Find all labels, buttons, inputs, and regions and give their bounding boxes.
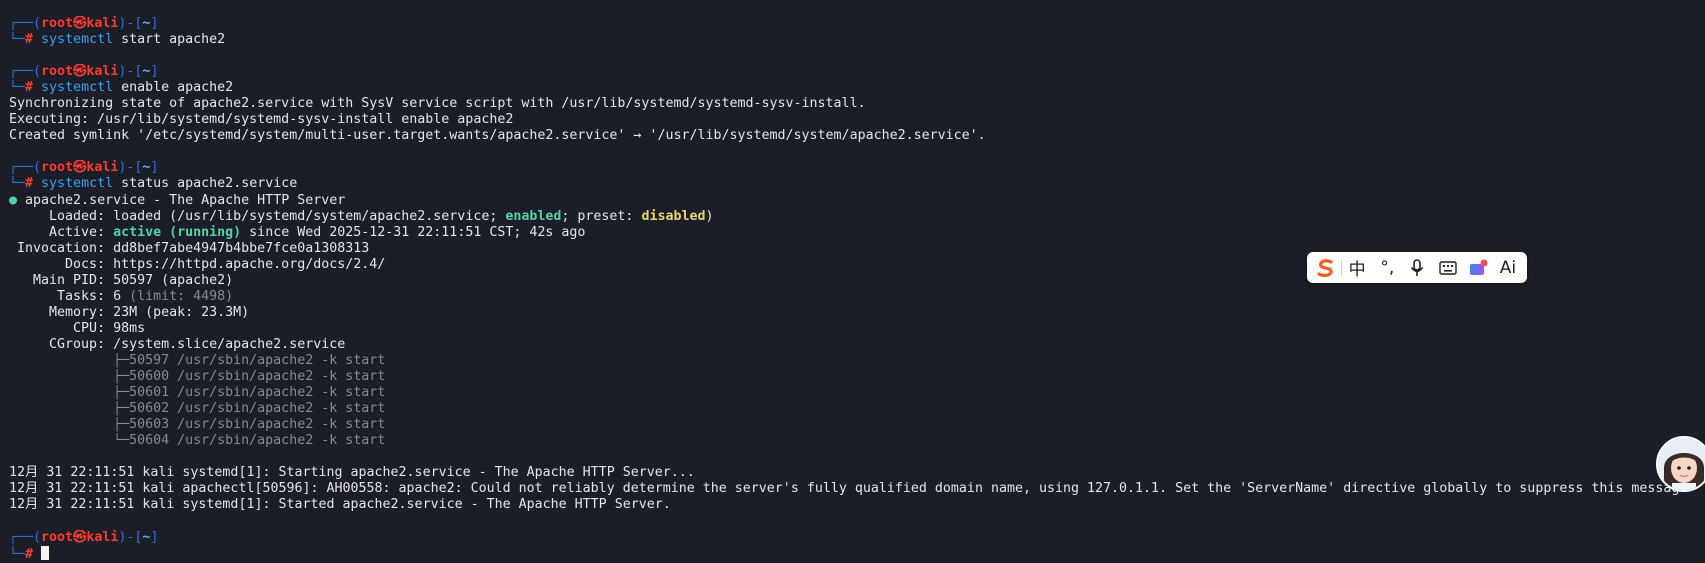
prompt-line: ┌──(root㉿kali)-[~] [9, 160, 159, 176]
output-line: Executing: /usr/lib/systemd/systemd-sysv… [9, 112, 514, 128]
skin-icon[interactable] [1463, 252, 1493, 283]
input-line[interactable]: └─# [9, 545, 1705, 562]
prompt-line: ┌──(root㉿kali)-[~] [9, 64, 159, 80]
punctuation-button[interactable]: °, [1372, 252, 1402, 283]
process-line: ├─50601 /usr/sbin/apache2 -k start [9, 385, 386, 401]
command-line: └─# systemctl status apache2.service [9, 176, 298, 192]
process-line: ├─50602 /usr/sbin/apache2 -k start [9, 401, 386, 417]
output-line: Synchronizing state of apache2.service w… [9, 96, 866, 112]
process-line: ├─50603 /usr/sbin/apache2 -k start [9, 417, 386, 433]
command-line: └─# systemctl enable apache2 [9, 80, 234, 96]
output-line: Created symlink '/etc/systemd/system/mul… [9, 128, 986, 144]
command-line: └─# systemctl start apache2 [9, 32, 226, 48]
cpu-line: CPU: 98ms [9, 320, 146, 336]
status-dot-icon: ● [9, 192, 18, 208]
keyboard-icon[interactable] [1433, 252, 1463, 283]
cgroup-line: CGroup: /system.slice/apache2.service [9, 336, 346, 352]
log-line: 12月 31 22:11:51 kali systemd[1]: Startin… [9, 465, 695, 481]
microphone-icon[interactable] [1402, 252, 1432, 283]
process-line: ├─50597 /usr/sbin/apache2 -k start [9, 352, 386, 368]
memory-line: Memory: 23M (peak: 23.3M) [9, 304, 250, 320]
process-line: ├─50600 /usr/sbin/apache2 -k start [9, 369, 386, 385]
active-line: Active: active (running) since Wed 2025-… [9, 224, 586, 240]
prompt-line: ┌──(root㉿kali)-[~] [9, 16, 159, 31]
log-line: 12月 31 22:11:51 kali apachectl[50596]: A… [9, 481, 1688, 497]
log-line: 12月 31 22:11:51 kali systemd[1]: Started… [9, 497, 671, 513]
text-cursor [41, 545, 50, 560]
prompt-line: ┌──(root㉿kali)-[~] [9, 529, 159, 545]
ai-button[interactable]: Ai [1493, 252, 1523, 283]
sogou-logo-icon[interactable] [1311, 252, 1341, 283]
assistant-avatar[interactable] [1656, 436, 1705, 492]
loaded-line: Loaded: loaded (/usr/lib/systemd/system/… [9, 208, 714, 224]
terminal-output[interactable]: ┌──(root㉿kali)-[~] └─# systemctl start a… [9, 16, 1705, 562]
ime-toolbar[interactable]: 中 °, Ai [1307, 252, 1527, 283]
service-title: ● apache2.service - The Apache HTTP Serv… [9, 192, 346, 208]
chinese-mode-button[interactable]: 中 [1342, 252, 1372, 283]
tasks-line: Tasks: 6 (limit: 4498) [9, 288, 234, 304]
process-line: └─50604 /usr/sbin/apache2 -k start [9, 433, 386, 449]
